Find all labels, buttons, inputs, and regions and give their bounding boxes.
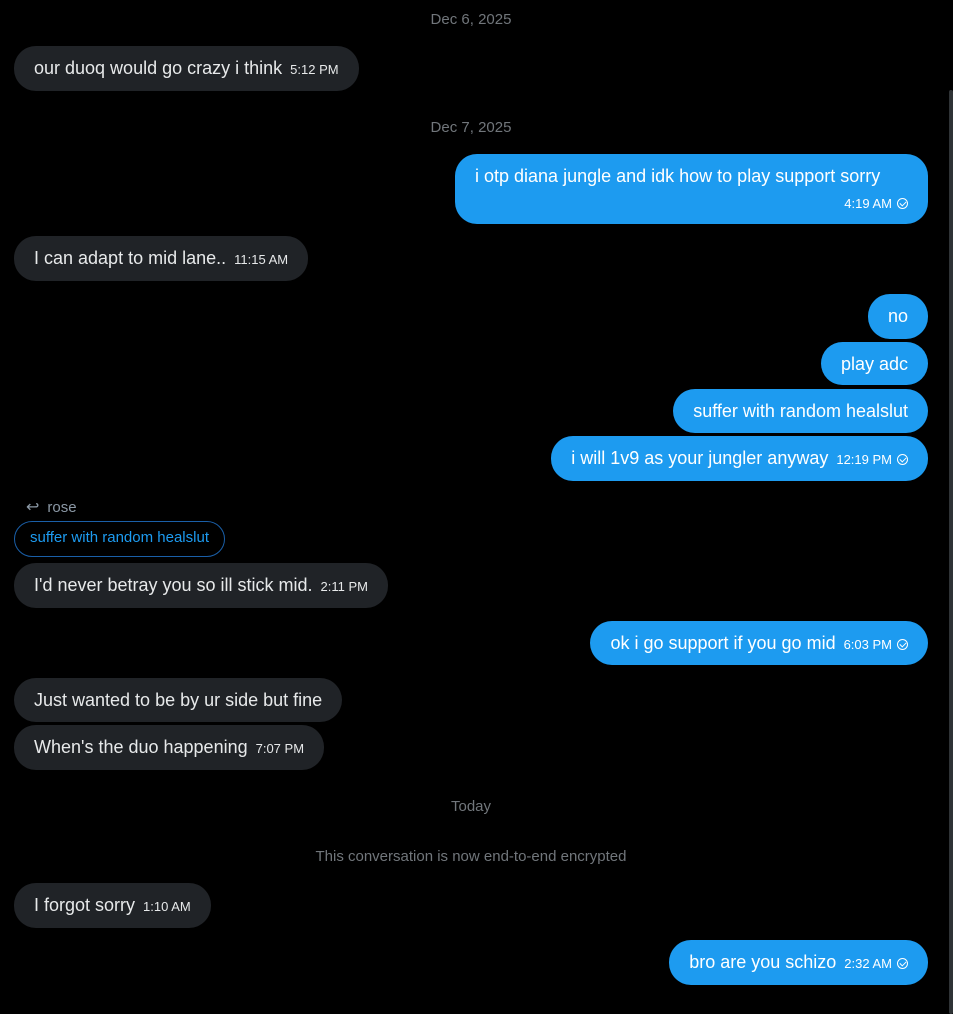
message-bubble-received[interactable]: I forgot sorry 1:10 AM — [14, 883, 211, 928]
read-check-icon — [897, 639, 908, 650]
encryption-notice: This conversation is now end-to-end encr… — [315, 848, 627, 865]
message-bubble-sent[interactable]: i will 1v9 as your jungler anyway 12:19 P… — [551, 436, 928, 481]
message-bubble-received[interactable]: I can adapt to mid lane.. 11:15 AM — [14, 236, 309, 281]
message-time: 2:32 AM — [844, 956, 892, 971]
read-check-icon — [897, 198, 908, 209]
message-time: 7:07 PM — [255, 741, 305, 756]
message-time: 4:19 AM — [844, 196, 892, 211]
message-bubble-sent[interactable]: i otp diana jungle and idk how to play s… — [455, 154, 928, 224]
message-bubble-sent[interactable]: play adc — [820, 342, 928, 385]
date-separator: Dec 7, 2025 — [430, 119, 512, 136]
reply-author-label: ↩ rose — [26, 497, 77, 517]
message-text: bro are you schizo — [689, 952, 837, 972]
quoted-message[interactable]: suffer with random healslut — [14, 521, 225, 557]
conversation-view: Dec 6, 2025 our duoq would go crazy i th… — [0, 0, 953, 1014]
message-text: our duoq would go crazy i think — [34, 58, 283, 78]
message-text: i will 1v9 as your jungler anyway — [571, 448, 829, 468]
read-check-icon — [897, 454, 908, 465]
message-text: i otp diana jungle and idk how to play s… — [475, 166, 881, 186]
message-text: I forgot sorry — [34, 895, 136, 915]
message-text: ok i go support if you go mid — [610, 633, 836, 653]
message-text: I'd never betray you so ill stick mid. — [34, 575, 313, 595]
reply-author: rose — [47, 499, 77, 516]
message-text: I can adapt to mid lane.. — [34, 248, 227, 268]
message-bubble-received[interactable]: Just wanted to be by ur side but fine — [14, 678, 343, 722]
message-text: When's the duo happening — [34, 737, 248, 757]
message-bubble-sent[interactable]: suffer with random healslut — [673, 389, 928, 433]
message-text: no — [887, 306, 908, 326]
message-time: 12:19 PM — [836, 452, 892, 467]
message-bubble-received[interactable]: When's the duo happening 7:07 PM — [14, 725, 325, 770]
message-time: 2:11 PM — [320, 579, 368, 594]
message-bubble-received[interactable]: our duoq would go crazy i think 5:12 PM — [14, 46, 359, 91]
reply-arrow-icon: ↩ — [26, 499, 40, 516]
date-separator: Dec 6, 2025 — [430, 11, 512, 28]
message-text: play adc — [840, 354, 908, 374]
date-separator: Today — [450, 798, 492, 815]
message-text: Just wanted to be by ur side but fine — [34, 690, 323, 710]
message-time: 6:03 PM — [843, 637, 892, 652]
read-check-icon — [897, 958, 908, 969]
message-bubble-sent[interactable]: no — [867, 294, 928, 339]
message-bubble-sent[interactable]: ok i go support if you go mid 6:03 PM — [590, 621, 928, 665]
message-bubble-received[interactable]: I'd never betray you so ill stick mid. 2:… — [14, 563, 388, 608]
message-time: 11:15 AM — [234, 252, 289, 267]
message-time: 1:10 AM — [143, 899, 191, 914]
message-time: 5:12 PM — [290, 62, 339, 77]
message-text: suffer with random healslut — [693, 401, 908, 421]
message-bubble-sent[interactable]: bro are you schizo 2:32 AM — [669, 940, 928, 985]
scrollbar[interactable] — [949, 90, 953, 1014]
